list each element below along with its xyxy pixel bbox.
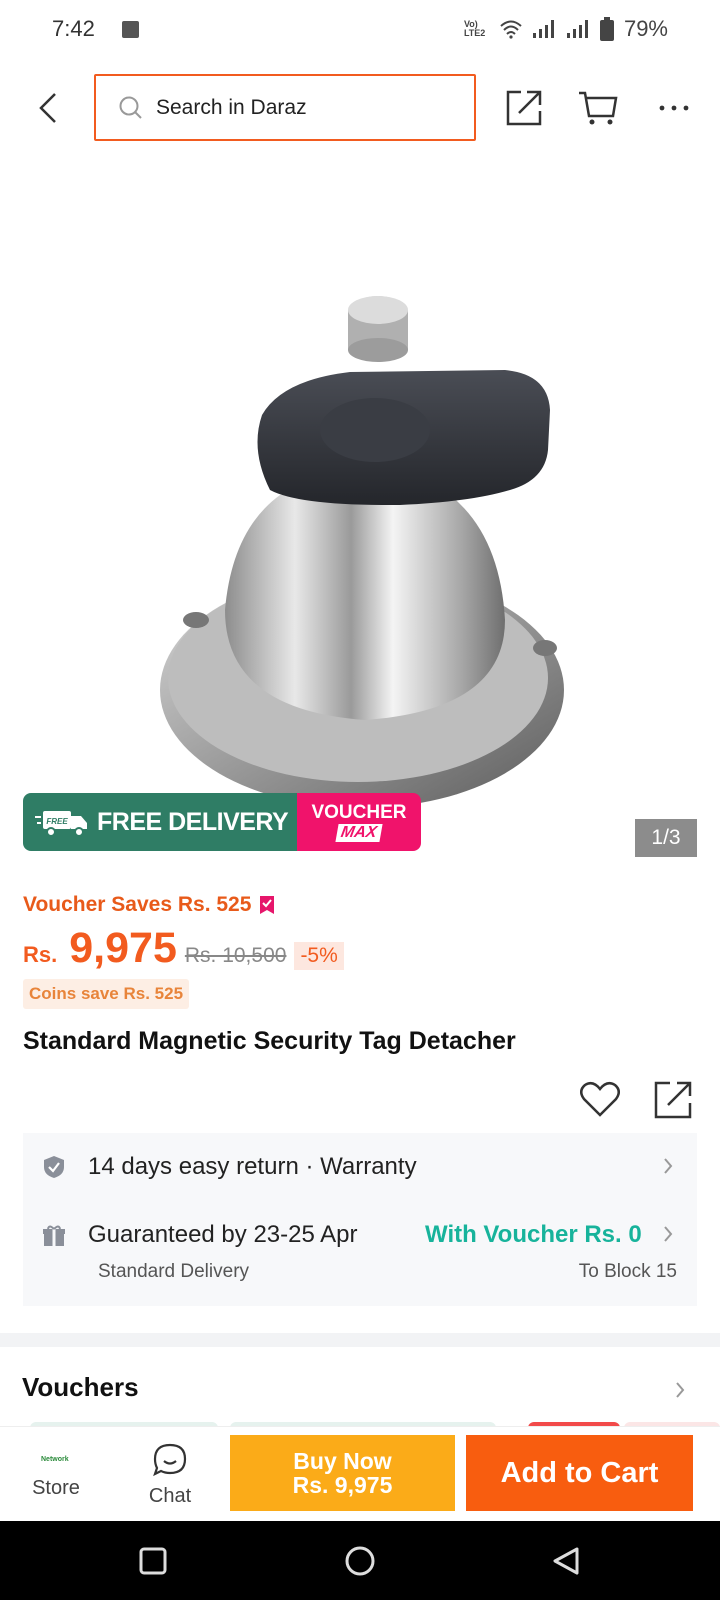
back-nav-button[interactable] [548,1543,584,1579]
share-button[interactable] [502,86,546,130]
search-input[interactable]: Search in Daraz [94,74,476,141]
back-arrow-icon [39,93,56,123]
wishlist-button[interactable] [578,1077,622,1121]
delivery-row[interactable]: Guaranteed by 23-25 Apr With Voucher Rs.… [23,1201,697,1301]
service-panel: 14 days easy return · Warranty Guarantee… [23,1133,697,1306]
system-nav-bar [0,1521,720,1600]
cart-button[interactable] [576,86,620,130]
voucher-max-badge: VOUCHER MAX [297,793,421,851]
chat-label: Chat [148,1485,192,1507]
delivery-type: Standard Delivery [98,1261,250,1282]
chevron-right-icon [664,1226,673,1242]
add-to-cart-button[interactable]: Add to Cart [466,1435,693,1511]
original-price: Rs. 10,500 [184,944,287,967]
voucher-saves-text: Voucher Saves Rs. 525 [23,893,252,916]
price-row: Rs. 9,975 Rs. 10,500 -5% [23,924,344,973]
free-small-label: FREE [46,817,68,826]
more-button[interactable] [652,86,696,130]
share-icon [506,90,542,126]
coins-save-badge: Coins save Rs. 525 [23,979,190,1009]
return-warranty-text: 14 days easy return · Warranty [88,1153,417,1180]
voucher-label: VOUCHER [311,801,407,823]
free-delivery-label: FREE DELIVERY [97,807,289,836]
notification-icon [122,21,139,38]
chat-button[interactable]: Chat [134,1437,206,1517]
wifi-icon [500,20,522,39]
voucher-tag-icon [260,896,275,914]
product-title: Standard Magnetic Security Tag Detacher [23,1027,516,1055]
discount-badge: -5% [294,942,344,970]
gift-box-icon [43,1225,65,1246]
guarantee-text: Guaranteed by 23-25 Apr [88,1221,358,1248]
battery-percent: 79% [623,16,668,41]
search-placeholder: Search in Daraz [156,95,307,119]
home-button[interactable] [342,1543,378,1579]
action-bar: Network Store Chat Buy Now Rs. 9,975 Add… [0,1426,720,1521]
voucher-saves[interactable]: Voucher Saves Rs. 525 [23,893,275,917]
heart-icon [580,1081,620,1117]
vouchers-heading[interactable]: Vouchers [22,1372,139,1403]
recents-button[interactable] [135,1543,171,1579]
status-bar: 7:42 Vo) LTE2 79% [0,0,720,60]
price-currency: Rs. [23,942,58,967]
buy-now-button[interactable]: Buy Now Rs. 9,975 [230,1435,455,1511]
chevron-right-icon[interactable] [675,1381,685,1399]
cart-icon [579,91,618,125]
voucher-delivery-text: With Voucher Rs. 0 [425,1221,642,1248]
current-price: 9,975 [69,924,177,972]
product-image[interactable] [0,150,720,850]
store-logo: Network [41,1445,71,1469]
store-label: Store [32,1477,80,1499]
back-triangle-icon [553,1547,579,1575]
back-button[interactable] [30,88,66,128]
return-warranty-row[interactable]: 14 days easy return · Warranty [23,1133,697,1201]
share-icon [654,1081,692,1119]
home-icon [345,1546,375,1576]
buy-now-price: Rs. 9,975 [292,1472,393,1498]
max-label: MAX [335,823,383,842]
chat-icon [153,1443,187,1477]
search-icon [119,96,142,119]
volte-icon: Vo) LTE2 [463,19,486,38]
status-time: 7:42 [52,16,95,41]
product-share-button[interactable] [650,1077,696,1123]
more-icon [659,105,689,111]
store-logo-text: Network [41,1456,69,1463]
store-button[interactable]: Network Store [20,1437,92,1517]
image-counter: 1/3 [635,819,697,857]
shield-check-icon [44,1156,64,1178]
buy-now-label: Buy Now [293,1448,392,1474]
signal-icon-2 [566,20,588,38]
chevron-right-icon [664,1158,673,1174]
signal-icon [532,20,554,38]
free-delivery-badge: FREE FREE DELIVERY [23,793,297,851]
delivery-truck-icon: FREE [35,811,87,837]
section-divider [0,1333,720,1347]
status-icons: Vo) LTE2 79% [464,16,668,42]
delivery-destination: To Block 15 [578,1261,677,1282]
battery-icon [599,17,614,41]
recents-icon [139,1547,167,1575]
